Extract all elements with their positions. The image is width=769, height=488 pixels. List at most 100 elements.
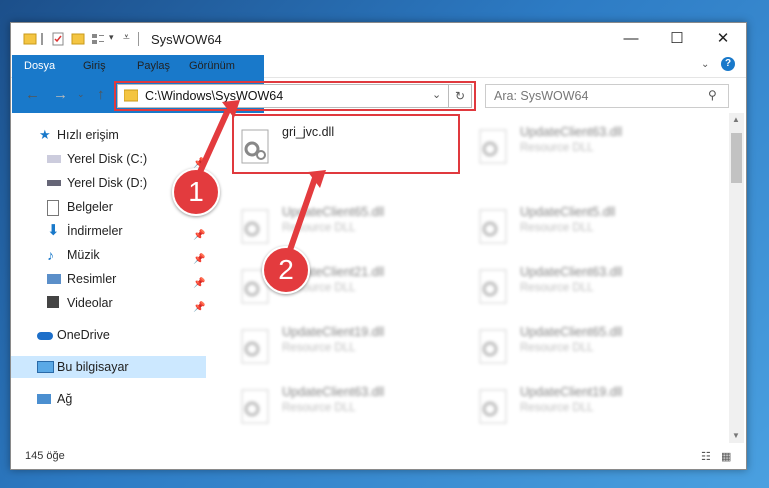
file-item[interactable]: UpdateClient63.dll Resource DLL (236, 379, 464, 437)
window-title: SysWOW64 (151, 32, 222, 47)
large-icons-view-icon[interactable]: ▦ (721, 450, 731, 463)
forward-arrow-icon[interactable]: → (53, 86, 68, 103)
pin-icon: 📌 (193, 302, 206, 313)
file-item[interactable]: UpdateClient63.dll Resource DLL (474, 119, 702, 177)
file-name: UpdateClient63.dll (520, 125, 623, 139)
file-description: Resource DLL (282, 342, 356, 354)
dll-file-icon (479, 129, 507, 164)
file-description: Resource DLL (282, 402, 356, 414)
file-name: UpdateClient63.dll (282, 385, 385, 399)
search-icon[interactable]: ⚲ (708, 88, 717, 102)
up-arrow-icon[interactable]: ↑ (97, 86, 105, 103)
back-arrow-icon[interactable]: ← (25, 86, 40, 103)
callout-step-2: 2 (262, 246, 310, 294)
maximize-button[interactable]: ☐ (654, 23, 700, 55)
dll-file-icon (479, 269, 507, 304)
folder-icon (23, 33, 37, 45)
file-highlight-box (232, 114, 460, 174)
file-name: UpdateClient5.dll (520, 205, 616, 219)
nav-label: Bu bilgisayar (57, 360, 129, 374)
properties-icon[interactable] (51, 32, 65, 46)
tab-view[interactable]: Görünüm (177, 55, 247, 77)
tab-share[interactable]: Paylaş (125, 55, 182, 77)
nav-item-quick-access[interactable]: ★ Hızlı erişim (11, 124, 206, 146)
dll-file-icon (241, 389, 269, 424)
file-description: Resource DLL (520, 342, 594, 354)
file-item[interactable]: UpdateClient65.dll Resource DLL (474, 319, 702, 377)
computer-icon (37, 361, 54, 373)
cloud-icon (37, 332, 53, 340)
file-item[interactable]: UpdateClient63.dll Resource DLL (474, 259, 702, 317)
file-description: Resource DLL (282, 222, 356, 234)
title-bar: ▾ ⩡ SysWOW64 — ☐ ✕ (11, 23, 746, 55)
minimize-button[interactable]: — (608, 23, 654, 55)
nav-label: Resimler (67, 272, 117, 286)
nav-item-drive-c[interactable]: Yerel Disk (C:) 📌 (11, 148, 206, 170)
dropdown-chevron-icon[interactable]: ▾ (109, 32, 123, 46)
view-icon[interactable] (91, 32, 105, 46)
drive-icon (47, 155, 61, 163)
scrollbar-thumb[interactable] (731, 133, 742, 183)
details-view-icon[interactable]: ☷ (701, 450, 711, 463)
address-highlight-box (114, 81, 476, 111)
scroll-up-icon[interactable]: ▲ (732, 115, 740, 124)
file-name: UpdateClient19.dll (520, 385, 623, 399)
expand-ribbon-icon[interactable]: ⌄ (701, 59, 709, 70)
separator (138, 32, 139, 46)
file-description: Resource DLL (520, 142, 594, 154)
star-icon: ★ (39, 127, 51, 142)
tab-home[interactable]: Giriş (71, 55, 118, 77)
nav-label: OneDrive (57, 328, 110, 342)
navigation-bar: ← → ⌄ ↑ C:\Windows\SysWOW64 ⌄ ↻ Ara: Sys… (11, 78, 746, 112)
nav-item-pictures[interactable]: Resimler 📌 (11, 268, 206, 290)
nav-item-videos[interactable]: Videolar 📌 (11, 292, 206, 314)
nav-label: Yerel Disk (C:) (67, 152, 148, 166)
file-item[interactable]: UpdateClient5.dll Resource DLL (474, 199, 702, 257)
file-description: Resource DLL (520, 282, 594, 294)
nav-item-music[interactable]: ♪ Müzik 📌 (11, 244, 206, 266)
scroll-down-icon[interactable]: ▼ (732, 431, 740, 440)
search-box[interactable]: Ara: SysWOW64 ⚲ (485, 84, 729, 108)
music-icon: ♪ (47, 247, 54, 263)
nav-label: Hızlı erişim (57, 128, 119, 142)
help-icon[interactable]: ? (721, 57, 735, 71)
file-item[interactable]: UpdateClient19.dll Resource DLL (236, 319, 464, 377)
file-description: Resource DLL (520, 222, 594, 234)
nav-label: Yerel Disk (D:) (67, 176, 148, 190)
new-folder-icon[interactable] (71, 32, 85, 46)
file-item[interactable]: UpdateClient65.dll Resource DLL (236, 199, 464, 257)
file-item[interactable]: UpdateClient19.dll Resource DLL (474, 379, 702, 437)
nav-item-this-pc[interactable]: Bu bilgisayar (11, 356, 206, 378)
dll-file-icon (479, 209, 507, 244)
network-icon (37, 394, 51, 404)
vertical-scrollbar[interactable]: ▲ ▼ (729, 113, 744, 443)
nav-label: Belgeler (67, 200, 113, 214)
nav-item-downloads[interactable]: ⬇ İndirmeler 📌 (11, 220, 206, 242)
file-name: UpdateClient65.dll (282, 205, 385, 219)
file-description: Resource DLL (520, 402, 594, 414)
file-name: UpdateClient63.dll (520, 265, 623, 279)
dll-file-icon (479, 389, 507, 424)
nav-label: İndirmeler (67, 224, 123, 238)
dll-file-icon (241, 329, 269, 364)
dll-file-icon (241, 209, 269, 244)
navigation-pane: ★ Hızlı erişim Yerel Disk (C:) 📌 Yerel D… (11, 118, 206, 438)
close-button[interactable]: ✕ (700, 23, 746, 55)
nav-label: Ağ (57, 392, 73, 406)
documents-icon (47, 200, 59, 216)
dll-file-icon (479, 329, 507, 364)
videos-icon (47, 296, 59, 308)
pictures-icon (47, 274, 61, 284)
customize-toolbar-icon[interactable]: ⩡ (123, 30, 137, 44)
nav-item-network[interactable]: Ağ (11, 388, 206, 410)
file-name: UpdateClient65.dll (520, 325, 623, 339)
recent-locations-icon[interactable]: ⌄ (77, 89, 85, 100)
nav-item-onedrive[interactable]: OneDrive (11, 324, 206, 346)
download-icon: ⬇ (47, 222, 60, 239)
drive-icon (47, 180, 61, 186)
separator (41, 33, 43, 45)
explorer-window: ▾ ⩡ SysWOW64 — ☐ ✕ Dosya Giriş Paylaş Gö… (10, 22, 747, 470)
ribbon-tabs: Dosya Giriş Paylaş Görünüm ⌄ ? (11, 55, 746, 113)
nav-label: Videolar (67, 296, 113, 310)
file-name: UpdateClient19.dll (282, 325, 385, 339)
